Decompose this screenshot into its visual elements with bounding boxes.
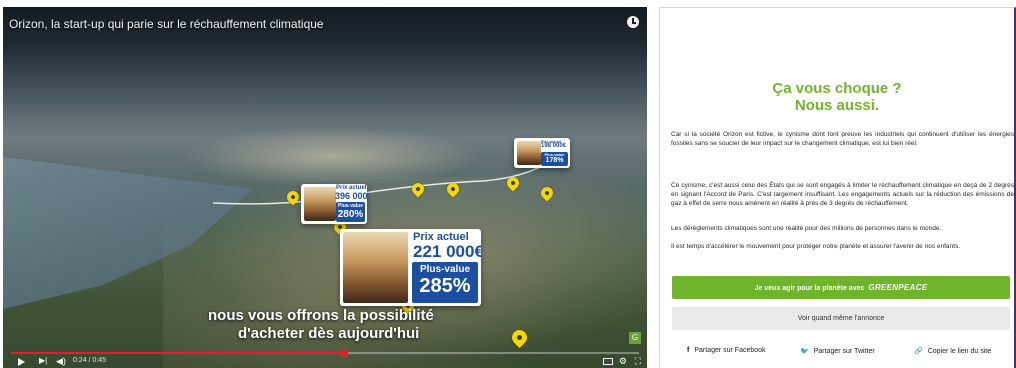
act-for-planet-button[interactable]: Je veux agir pour la planète avec GREENP…: [672, 276, 1010, 299]
video-caption-line-2: d'acheter dès aujourd'hui: [238, 325, 420, 342]
share-facebook-link[interactable]: f Partager sur Facebook: [687, 347, 766, 354]
share-twitter-link[interactable]: 🐦 Partager sur Twitter: [800, 347, 875, 355]
panel-title-line-1: Ça vous choque ?: [772, 80, 902, 97]
plus-value-percent: 280%: [337, 209, 364, 220]
paragraph: Ce cynisme, c'est aussi celui des États …: [671, 182, 1014, 207]
copy-link-label: Copier le lien du site: [927, 348, 992, 355]
act-button-label: Je veux agir pour la planète avec: [754, 285, 865, 292]
next-icon[interactable]: ▶|: [39, 355, 47, 367]
fullscreen-icon[interactable]: ⛶: [635, 355, 641, 367]
twitter-icon: 🐦: [800, 348, 809, 355]
plus-value-box: Plus-value 178%: [541, 152, 568, 166]
share-facebook-label: Partager sur Facebook: [694, 347, 766, 354]
video-caption-line-1: nous vous offrons la possibilité: [208, 307, 434, 324]
property-card-main: Prix actuel 221 000€ Plus-value 285%: [340, 229, 481, 306]
gear-icon[interactable]: ⚙: [619, 355, 627, 367]
facebook-icon: f: [687, 347, 690, 354]
volume-icon[interactable]: ◀): [56, 355, 66, 367]
plus-value-box: Plus-value 285%: [412, 262, 478, 303]
info-panel: Ça vous choque ? Nous aussi. Car si la s…: [659, 7, 1016, 368]
property-card-small: Prix actuel 198 000€ Plus-value 178%: [514, 138, 570, 168]
copy-link-link[interactable]: 🔗 Copier le lien du site: [914, 347, 991, 355]
plus-value-box: Plus-value 280%: [336, 202, 365, 222]
player-controls: ▶| ◀) 0:24 / 0:45 ⚙ ⛶: [3, 354, 647, 368]
panel-title-line-2: Nous aussi.: [794, 97, 880, 114]
greenpeace-logo: GREENPEACE: [868, 283, 928, 292]
share-twitter-label: Partager sur Twitter: [813, 348, 875, 355]
paragraph: Il est temps d'accélérer le mouvement po…: [671, 243, 960, 250]
property-photo: [304, 187, 336, 221]
view-ad-button[interactable]: Voir quand même l'annonce: [672, 307, 1010, 330]
video-player[interactable]: Orizon, la start-up qui parie sur le réc…: [3, 7, 647, 368]
subtitles-icon[interactable]: [603, 358, 613, 365]
plus-value-percent: 178%: [545, 157, 564, 164]
price-value: 396 000€: [335, 191, 367, 201]
play-icon[interactable]: [18, 358, 25, 366]
property-photo: [517, 141, 541, 165]
paragraph: Car si la société Orizon est fictive, le…: [671, 131, 1014, 147]
plus-value-percent: 285%: [419, 275, 471, 297]
property-photo: [343, 232, 408, 303]
channel-watermark-icon[interactable]: G: [629, 332, 641, 344]
plus-value-label: Plus-value: [419, 264, 471, 275]
price-value: 221 000€: [413, 242, 481, 261]
property-card-medium: Prix actuel 396 000€ Plus-value 280%: [301, 184, 367, 224]
link-icon: 🔗: [914, 348, 923, 355]
time-display: 0:24 / 0:45: [73, 357, 107, 364]
price-value: 198 000€: [541, 143, 567, 149]
paragraph: Les dérèglements climatiques sont une ré…: [671, 225, 942, 232]
